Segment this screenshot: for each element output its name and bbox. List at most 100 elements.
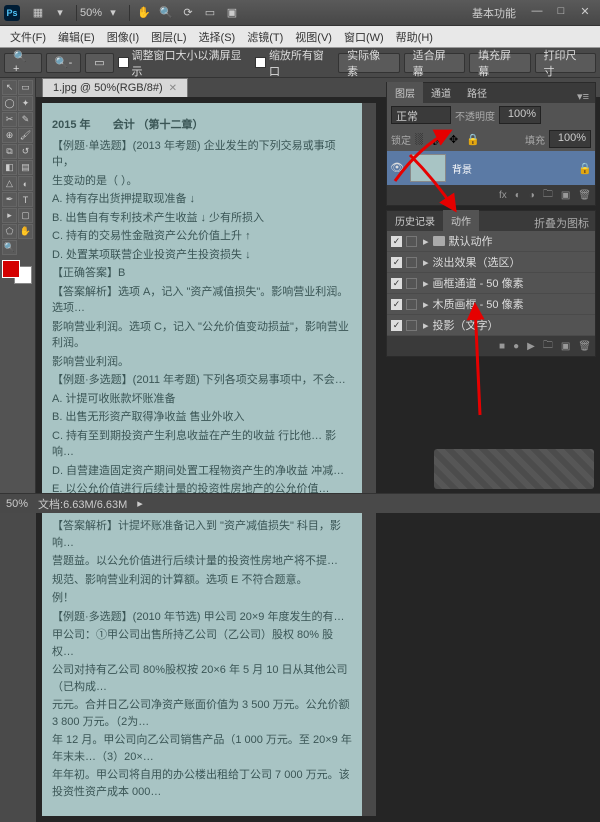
- disclosure-icon[interactable]: ▸: [423, 256, 429, 269]
- new-layer-icon[interactable]: ▣: [561, 190, 570, 201]
- menu-select[interactable]: 选择(S): [193, 27, 242, 47]
- disclosure-icon[interactable]: ▸: [423, 277, 429, 290]
- fx-icon[interactable]: fx: [499, 190, 507, 201]
- action-dialog-icon[interactable]: [406, 236, 417, 247]
- brush-tool-icon[interactable]: 🖌: [18, 128, 33, 143]
- menu-filter[interactable]: 滤镜(T): [241, 27, 289, 47]
- opacity-field[interactable]: 100%: [499, 106, 541, 124]
- window-minimize-icon[interactable]: —: [526, 5, 548, 21]
- path-select-icon[interactable]: ▸: [2, 208, 17, 223]
- menu-help[interactable]: 帮助(H): [390, 27, 439, 47]
- lock-transparent-icon[interactable]: ░: [415, 133, 428, 146]
- canvas[interactable]: 2015 年 会计 （第十二章） 【例题·单选题】(2013 年考题) 企业发生…: [42, 103, 362, 816]
- document-tab[interactable]: 1.jpg @ 50%(RGB/8#) ✕: [42, 78, 188, 97]
- workspace-label[interactable]: 基本功能: [472, 5, 516, 21]
- new-action-icon[interactable]: ▣: [561, 341, 570, 352]
- tab-history[interactable]: 历史记录: [387, 210, 443, 231]
- action-check-icon[interactable]: ✓: [391, 299, 402, 310]
- layer-thumbnail[interactable]: [410, 154, 446, 182]
- fill-screen-button[interactable]: 填充屏幕: [469, 53, 530, 73]
- lasso-tool-icon[interactable]: ◯: [2, 96, 17, 111]
- status-zoom[interactable]: 50%: [6, 498, 28, 510]
- tab-layers[interactable]: 图层: [387, 82, 423, 103]
- history-brush-icon[interactable]: ↺: [18, 144, 33, 159]
- folder-icon[interactable]: 🗀: [543, 187, 553, 204]
- fill-field[interactable]: 100%: [549, 130, 591, 148]
- menu-window[interactable]: 窗口(W): [338, 27, 390, 47]
- zoom-out-icon[interactable]: 🔍-: [46, 53, 81, 73]
- move-tool-icon[interactable]: ↖: [2, 80, 17, 95]
- action-check-icon[interactable]: ✓: [391, 236, 402, 247]
- action-row[interactable]: ✓▸投影（文字）: [387, 315, 595, 336]
- action-check-icon[interactable]: ✓: [391, 278, 402, 289]
- gradient-tool-icon[interactable]: ▤: [18, 160, 33, 175]
- layer-row[interactable]: 👁 背景 🔒: [387, 151, 595, 185]
- disclosure-icon[interactable]: ▸: [423, 235, 429, 248]
- window-restore-icon[interactable]: □: [550, 5, 572, 21]
- zoom-all-checkbox[interactable]: 缩放所有窗口: [255, 47, 334, 79]
- stamp-tool-icon[interactable]: ⧉: [2, 144, 17, 159]
- foreground-color-swatch[interactable]: [2, 260, 20, 278]
- lock-all-icon[interactable]: 🔒: [466, 133, 479, 146]
- eyedropper-tool-icon[interactable]: ✎: [18, 112, 33, 127]
- blend-mode-select[interactable]: 正常: [391, 106, 451, 124]
- action-row[interactable]: ✓▸画框通道 - 50 像素: [387, 273, 595, 294]
- zoom-tool-palette-icon[interactable]: 🔍: [2, 240, 17, 255]
- rotate-view-icon[interactable]: ⟳: [178, 4, 198, 22]
- menu-layer[interactable]: 图层(L): [145, 27, 192, 47]
- disclosure-icon[interactable]: ▸: [423, 298, 429, 311]
- fit-icon[interactable]: ▭: [85, 53, 113, 73]
- bridge-icon[interactable]: ▦: [28, 4, 48, 22]
- crop-tool-icon[interactable]: ✂: [2, 112, 17, 127]
- fit-screen-button[interactable]: 适合屏幕: [404, 53, 465, 73]
- color-swatches[interactable]: [2, 260, 32, 284]
- action-dialog-icon[interactable]: [406, 320, 417, 331]
- tab-paths[interactable]: 路径: [459, 82, 495, 103]
- collapse-button[interactable]: 折叠为图标: [528, 215, 595, 231]
- zoom-level-field[interactable]: 50%: [81, 4, 101, 22]
- hand-tool-palette-icon[interactable]: ✋: [18, 224, 33, 239]
- trash-icon[interactable]: 🗑: [578, 190, 591, 201]
- pen-tool-icon[interactable]: ✒: [2, 192, 17, 207]
- visibility-icon[interactable]: 👁: [390, 161, 404, 175]
- screen-mode-icon[interactable]: ▣: [222, 4, 242, 22]
- resize-window-checkbox[interactable]: 调整窗口大小以满屏显示: [118, 47, 251, 79]
- arrange-icon[interactable]: ▭: [200, 4, 220, 22]
- zoom-tool-icon[interactable]: 🔍: [156, 4, 176, 22]
- shape-tool-icon[interactable]: ▢: [18, 208, 33, 223]
- stop-icon[interactable]: ■: [499, 341, 505, 352]
- action-row[interactable]: ✓▸淡出效果（选区）: [387, 252, 595, 273]
- print-size-button[interactable]: 打印尺寸: [535, 53, 596, 73]
- tab-actions[interactable]: 动作: [443, 210, 479, 231]
- play-icon[interactable]: ▶: [527, 341, 535, 352]
- blur-tool-icon[interactable]: △: [2, 176, 17, 191]
- menu-image[interactable]: 图像(I): [101, 27, 145, 47]
- menu-file[interactable]: 文件(F): [4, 27, 52, 47]
- record-icon[interactable]: ●: [513, 341, 519, 352]
- status-arrow-icon[interactable]: ▸: [137, 497, 143, 510]
- action-check-icon[interactable]: ✓: [391, 320, 402, 331]
- trash-action-icon[interactable]: 🗑: [578, 341, 591, 352]
- lock-position-icon[interactable]: ✥: [449, 133, 462, 146]
- window-close-icon[interactable]: ✕: [574, 5, 596, 21]
- menu-view[interactable]: 视图(V): [289, 27, 338, 47]
- action-check-icon[interactable]: ✓: [391, 257, 402, 268]
- action-dialog-icon[interactable]: [406, 257, 417, 268]
- action-row[interactable]: ✓▸默认动作: [387, 231, 595, 252]
- disclosure-icon[interactable]: ▸: [423, 319, 429, 332]
- hand-tool-icon[interactable]: ✋: [134, 4, 154, 22]
- heal-tool-icon[interactable]: ⊕: [2, 128, 17, 143]
- tab-close-icon[interactable]: ✕: [169, 83, 177, 94]
- zoom-dropdown-icon[interactable]: ▾: [103, 4, 123, 22]
- new-set-icon[interactable]: 🗀: [543, 338, 553, 355]
- tab-channels[interactable]: 通道: [423, 82, 459, 103]
- action-dialog-icon[interactable]: [406, 278, 417, 289]
- 3d-tool-icon[interactable]: ⬠: [2, 224, 17, 239]
- dodge-tool-icon[interactable]: ◐: [18, 176, 33, 191]
- actual-pixels-button[interactable]: 实际像素: [338, 53, 399, 73]
- marquee-tool-icon[interactable]: ▭: [18, 80, 33, 95]
- zoom-in-icon[interactable]: 🔍+: [4, 53, 42, 73]
- lock-brush-icon[interactable]: 🖌: [432, 133, 445, 146]
- action-row[interactable]: ✓▸木质画框 - 50 像素: [387, 294, 595, 315]
- adjustment-icon[interactable]: ◑: [529, 190, 535, 201]
